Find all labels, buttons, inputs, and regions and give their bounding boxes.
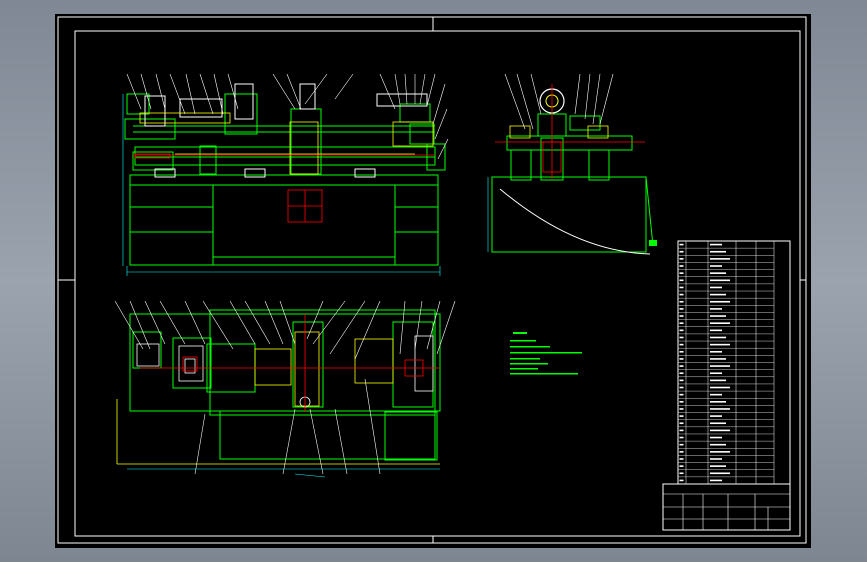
bom-row-mark bbox=[679, 479, 684, 482]
bom-row-mark bbox=[679, 258, 684, 260]
bom-row-mark bbox=[710, 422, 726, 425]
bom-row-mark bbox=[710, 465, 726, 467]
bom-row-mark bbox=[710, 386, 730, 389]
bom-row-mark bbox=[679, 415, 684, 417]
bom-row-mark bbox=[710, 343, 730, 346]
bom-row-mark bbox=[710, 272, 726, 274]
bom-row-mark bbox=[710, 258, 730, 260]
bom-row-mark bbox=[710, 408, 730, 410]
bom-row-mark bbox=[710, 451, 730, 453]
bom-row-mark bbox=[679, 429, 684, 432]
bom-row-mark bbox=[710, 379, 726, 382]
title-block bbox=[662, 483, 791, 531]
bom-row-mark bbox=[679, 393, 684, 396]
bom-row-mark bbox=[679, 465, 684, 467]
bom-row-mark bbox=[710, 336, 726, 339]
bom-row-mark bbox=[710, 300, 730, 303]
bom-row-mark bbox=[710, 350, 722, 353]
bom-row-mark bbox=[679, 386, 684, 389]
bom-row-mark bbox=[710, 322, 730, 324]
bom-row-mark bbox=[679, 422, 684, 425]
bom-row-mark bbox=[679, 451, 684, 453]
bom-row-mark bbox=[679, 350, 684, 353]
bom-row-mark bbox=[679, 272, 684, 274]
bom-row-mark bbox=[710, 243, 722, 246]
bom-row-mark bbox=[710, 393, 722, 396]
bom-row-mark bbox=[679, 408, 684, 410]
bom-row-mark bbox=[710, 279, 730, 282]
top-view bbox=[114, 300, 456, 478]
bom-row-mark bbox=[679, 293, 684, 296]
bom-row-mark bbox=[679, 308, 684, 310]
bom-row-mark bbox=[679, 443, 684, 446]
bom-row-mark bbox=[679, 300, 684, 303]
bom-row-mark bbox=[679, 322, 684, 324]
bom-row-mark bbox=[710, 329, 722, 332]
cad-viewport[interactable] bbox=[0, 0, 867, 562]
bom-row-mark bbox=[710, 293, 726, 296]
bom-row-mark bbox=[710, 358, 726, 360]
front-view bbox=[122, 73, 449, 276]
bom-row-mark bbox=[679, 458, 684, 460]
bom-row-mark bbox=[679, 436, 684, 439]
bom-row-mark bbox=[679, 329, 684, 332]
bom-row-mark bbox=[679, 472, 684, 475]
side-view bbox=[487, 73, 657, 255]
bom-row-mark bbox=[710, 372, 722, 375]
bom-row-mark bbox=[710, 429, 730, 432]
technical-notes bbox=[510, 332, 582, 375]
bom-row-mark bbox=[679, 336, 684, 339]
bom-row-mark bbox=[710, 265, 722, 267]
bom-row-mark bbox=[710, 250, 726, 253]
drawing-sheet bbox=[55, 14, 811, 548]
cad-drawing bbox=[57, 16, 807, 544]
bom-row-mark bbox=[679, 343, 684, 346]
bom-row-mark bbox=[710, 286, 722, 289]
bom-row-mark bbox=[679, 372, 684, 375]
bom-row-mark bbox=[710, 415, 722, 417]
bom-row-mark bbox=[710, 315, 726, 317]
bom-row-mark bbox=[679, 365, 684, 367]
bom-row-mark bbox=[710, 472, 730, 475]
bom-row-mark bbox=[679, 250, 684, 253]
bom-row-mark bbox=[679, 315, 684, 317]
bom-row-mark bbox=[679, 243, 684, 246]
bom-row-mark bbox=[710, 436, 722, 439]
bom-row-mark bbox=[710, 308, 722, 310]
bom-row-mark bbox=[679, 265, 684, 267]
parts-table bbox=[677, 240, 791, 485]
bom-row-mark bbox=[679, 379, 684, 382]
bom-row-mark bbox=[679, 401, 684, 403]
bom-row-mark bbox=[710, 365, 730, 367]
bom-row-mark bbox=[710, 401, 726, 403]
bom-row-mark bbox=[710, 443, 726, 446]
bom-row-mark bbox=[710, 458, 722, 460]
bom-row-mark bbox=[679, 286, 684, 289]
bom-row-mark bbox=[679, 358, 684, 360]
bom-row-mark bbox=[679, 279, 684, 282]
bom-row-mark bbox=[710, 479, 722, 482]
